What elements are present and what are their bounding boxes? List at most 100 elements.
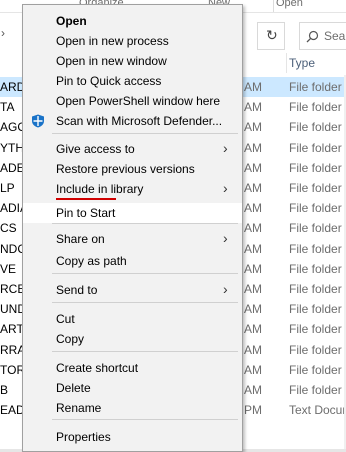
row-name: ART [0, 322, 24, 337]
pin-to-start-annotation-underline [56, 198, 116, 200]
submenu-chevron-icon: › [223, 230, 228, 246]
menu-item-label: Open in new process [56, 34, 169, 48]
row-time: AM [244, 80, 262, 94]
row-name: YTH [0, 140, 24, 155]
row-name: EAD [0, 403, 25, 418]
menu-item-include-in-library[interactable]: Include in library › [23, 179, 242, 199]
row-time: AM [244, 201, 262, 216]
row-time: AM [244, 261, 262, 276]
menu-item-open[interactable]: Open [23, 11, 242, 31]
menu-separator [52, 419, 238, 420]
submenu-chevron-icon: › [223, 140, 228, 156]
search-placeholder: Sea [324, 29, 346, 43]
row-type: File folder [289, 221, 342, 236]
menu-item-create-shortcut[interactable]: Create shortcut [23, 358, 242, 378]
row-time: AM [244, 241, 262, 256]
row-type: File folder [289, 140, 342, 155]
row-type: File folder [289, 100, 342, 115]
menu-item-label: Properties [56, 430, 111, 444]
search-box[interactable]: Sea [299, 22, 346, 50]
menu-item-label: Copy as path [56, 254, 127, 268]
menu-item-send-to[interactable]: Send to › [23, 280, 242, 300]
ribbon-open-label[interactable]: Open [276, 0, 303, 9]
menu-separator [52, 351, 238, 352]
row-type: File folder [289, 302, 342, 317]
menu-item-copy-as-path[interactable]: Copy as path [23, 251, 242, 271]
address-chevron-icon[interactable]: › [1, 26, 5, 40]
menu-item-pin-to-start[interactable]: Pin to Start [23, 203, 242, 223]
menu-separator [52, 273, 238, 274]
row-type: File folder [289, 120, 342, 135]
defender-shield-icon [32, 114, 44, 128]
refresh-button[interactable]: ↻ [257, 22, 285, 50]
menu-item-label: Delete [56, 381, 91, 395]
row-type: File folder [289, 362, 342, 377]
row-type: File folder [289, 282, 342, 296]
row-time: AM [244, 120, 262, 135]
menu-item-label: Pin to Start [56, 206, 116, 220]
menu-item-label: Send to [56, 283, 98, 297]
row-time: AM [244, 362, 262, 377]
menu-item-scan-with-microsoft-defender[interactable]: Scan with Microsoft Defender... [23, 111, 242, 131]
row-time: AM [244, 282, 262, 296]
row-type: File folder [289, 241, 342, 256]
row-type: Text Docum [289, 403, 346, 418]
menu-item-label: Scan with Microsoft Defender... [56, 114, 223, 128]
row-type: File folder [289, 383, 342, 397]
menu-item-open-in-new-process[interactable]: Open in new process [23, 31, 242, 51]
menu-item-label: Share on [56, 232, 105, 246]
menu-item-label: Open [56, 14, 87, 28]
menu-item-label: Give access to [56, 142, 135, 156]
menu-item-restore-previous-versions[interactable]: Restore previous versions [23, 159, 242, 179]
row-time: AM [244, 342, 262, 357]
row-type: File folder [289, 201, 342, 216]
menu-item-give-access-to[interactable]: Give access to › [23, 139, 242, 159]
search-icon [306, 30, 319, 43]
submenu-chevron-icon: › [223, 180, 228, 196]
row-type: File folder [289, 261, 342, 276]
row-name: B [0, 383, 9, 397]
row-name: VE [0, 261, 17, 276]
row-time: AM [244, 322, 262, 337]
menu-item-label: Restore previous versions [56, 162, 195, 176]
menu-item-label: Open PowerShell window here [56, 94, 221, 108]
menu-item-label: Open in new window [56, 54, 167, 68]
menu-item-label: Include in library [56, 182, 144, 196]
menu-item-label: Create shortcut [56, 361, 139, 375]
ribbon-separator [273, 0, 274, 12]
row-time: AM [244, 181, 262, 195]
menu-item-properties[interactable]: Properties [23, 427, 242, 447]
submenu-chevron-icon: › [223, 281, 228, 297]
menu-item-label: Copy [56, 332, 85, 346]
row-time: AM [244, 160, 262, 175]
row-name: CS [0, 221, 17, 236]
menu-item-copy[interactable]: Copy [23, 329, 242, 349]
menu-item-label: Pin to Quick access [56, 74, 162, 88]
row-time: AM [244, 221, 262, 236]
row-name: LP [0, 181, 15, 195]
row-type: File folder [289, 322, 342, 337]
menu-item-share-on[interactable]: Share on › [23, 229, 242, 249]
menu-item-pin-to-quick-access[interactable]: Pin to Quick access [23, 71, 242, 91]
menu-separator [52, 133, 238, 134]
row-type: File folder [289, 80, 342, 94]
row-type: File folder [289, 342, 342, 357]
menu-separator [52, 302, 238, 303]
menu-item-label: Rename [56, 401, 102, 415]
column-separator[interactable] [286, 53, 287, 73]
row-time: AM [244, 302, 262, 317]
context-menu: Open Open in new process Open in new windo… [22, 4, 243, 452]
row-time: AM [244, 383, 262, 397]
menu-item-open-powershell-window-here[interactable]: Open PowerShell window here [23, 91, 242, 111]
row-time: AM [244, 140, 262, 155]
column-header-type[interactable]: Type [289, 56, 315, 70]
menu-item-open-in-new-window[interactable]: Open in new window [23, 51, 242, 71]
row-type: File folder [289, 181, 342, 195]
row-name: TA [0, 100, 15, 115]
menu-separator [52, 223, 238, 224]
menu-item-delete[interactable]: Delete [23, 378, 242, 398]
menu-item-rename[interactable]: Rename [23, 398, 242, 418]
menu-item-label: Cut [56, 312, 75, 326]
refresh-icon: ↻ [266, 27, 278, 43]
menu-item-cut[interactable]: Cut [23, 309, 242, 329]
